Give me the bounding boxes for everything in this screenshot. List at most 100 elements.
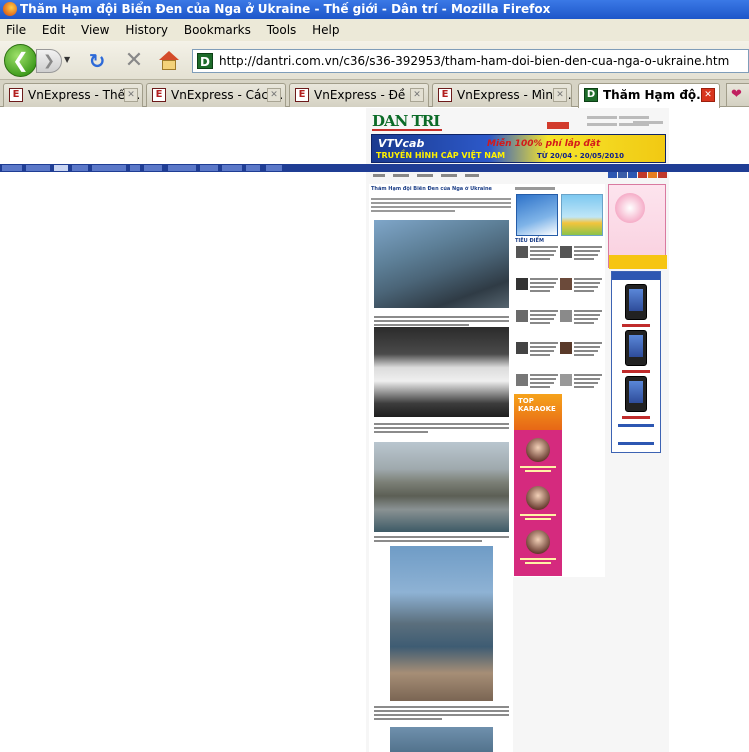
singer-photo — [526, 486, 550, 510]
list-item[interactable] — [516, 374, 561, 396]
article-photo-2 — [374, 327, 509, 421]
photo-caption-2 — [374, 421, 509, 433]
lg-ad[interactable] — [608, 184, 667, 269]
tab-dantri-active[interactable]: D Thăm Hạm độ... ✕ — [578, 83, 720, 108]
tab-close-icon[interactable]: ✕ — [553, 88, 567, 102]
tab-vnexpress-1[interactable]: E VnExpress - Thế ... ✕ — [3, 83, 143, 107]
header-utility-links[interactable] — [547, 116, 665, 130]
tieu-diem-heading: TIÊU ĐIỂM — [515, 238, 544, 244]
page-content: DAN TRI VTVcab TRUYỀN HÌNH CÁP VIỆT NAM … — [0, 108, 749, 752]
list-item[interactable] — [560, 246, 605, 268]
banner-brand: VTVcab — [378, 137, 425, 150]
forward-arrow-icon: ❯ — [43, 53, 55, 69]
singer-photo — [526, 530, 550, 554]
phone-icon — [625, 284, 647, 320]
menu-history[interactable]: History — [119, 19, 174, 41]
sidebar-ad-1[interactable] — [516, 194, 558, 236]
tab-vnexpress-3[interactable]: E VnExpress - Đề ... ✕ — [289, 83, 429, 107]
lg-logo-icon — [615, 193, 645, 223]
reload-button[interactable]: ↻ — [84, 49, 110, 73]
phone-icon — [625, 376, 647, 412]
tab-overflow[interactable]: ❤ — [726, 83, 749, 107]
article-photo-1 — [374, 220, 509, 314]
phone-ad-footer — [618, 442, 654, 445]
list-item[interactable] — [516, 310, 561, 332]
list-item[interactable] — [516, 278, 561, 300]
photo-caption-4 — [374, 704, 509, 720]
tab-strip: E VnExpress - Thế ... ✕ E VnExpress - Cá… — [0, 80, 749, 108]
sidebar-ad-2[interactable] — [561, 194, 603, 236]
tab-vnexpress-4[interactable]: E VnExpress - Mìn l... ✕ — [432, 83, 572, 107]
tab-close-icon[interactable]: ✕ — [410, 88, 424, 102]
dantri-favicon-icon: D — [584, 88, 598, 102]
top-karaoke-ad[interactable]: TOP KARAOKE — [514, 394, 562, 576]
vnexpress-favicon-icon: E — [295, 88, 309, 102]
menu-file[interactable]: File — [0, 19, 32, 41]
singer-label — [520, 558, 556, 560]
vtvcab-banner-ad[interactable]: VTVcab TRUYỀN HÌNH CÁP VIỆT NAM Miễn 100… — [371, 134, 666, 163]
window-title: Thăm Hạm đội Biển Đen của Nga ở Ukraine … — [20, 2, 551, 16]
singer-label — [525, 470, 551, 472]
tab-close-icon[interactable]: ✕ — [267, 88, 281, 102]
back-arrow-icon: ❮ — [12, 48, 29, 72]
singer-label — [520, 466, 556, 468]
tab-close-icon[interactable]: ✕ — [701, 88, 715, 102]
heart-icon: ❤ — [731, 87, 742, 102]
firefox-window: Thăm Hạm đội Biển Đen của Nga ở Ukraine … — [0, 0, 749, 752]
back-button[interactable]: ❮ — [4, 44, 37, 77]
banner-subtitle: TRUYỀN HÌNH CÁP VIỆT NAM — [376, 151, 506, 160]
phone-ad-header — [612, 272, 660, 280]
karaoke-header: TOP KARAOKE — [514, 394, 562, 430]
menu-bar: File Edit View History Bookmarks Tools H… — [0, 19, 749, 41]
singer-label — [520, 514, 556, 516]
chevron-down-icon: ▼ — [64, 55, 71, 64]
social-icons[interactable] — [608, 172, 667, 179]
list-item[interactable] — [560, 278, 605, 300]
phone-ad[interactable] — [611, 271, 661, 453]
site-favicon-icon: D — [197, 53, 213, 69]
list-item[interactable] — [516, 342, 561, 364]
vnexpress-favicon-icon: E — [438, 88, 452, 102]
tab-label: VnExpress - Đề ... — [314, 88, 421, 102]
list-item[interactable] — [560, 310, 605, 332]
home-icon-body — [162, 60, 176, 70]
article-photo-5 — [390, 727, 493, 752]
singer-label — [525, 518, 551, 520]
menu-edit[interactable]: Edit — [36, 19, 71, 41]
home-button[interactable] — [156, 49, 182, 73]
tab-vnexpress-2[interactable]: E VnExpress - Các ... ✕ — [146, 83, 286, 107]
article-title[interactable]: Thăm Hạm đội Biển Đen của Nga ở Ukraine — [371, 186, 511, 192]
reload-icon: ↻ — [88, 49, 106, 73]
title-bar: Thăm Hạm đội Biển Đen của Nga ở Ukraine … — [0, 0, 749, 19]
phone-ad-footer — [618, 424, 654, 427]
site-category-nav[interactable] — [0, 164, 749, 172]
dantri-logo[interactable]: DAN TRI — [372, 112, 440, 130]
phone-price — [622, 416, 650, 419]
photo-caption-1 — [374, 314, 509, 326]
sidebar-right-ads — [608, 184, 667, 454]
menu-view[interactable]: View — [75, 19, 115, 41]
phone-price — [622, 370, 650, 373]
menu-tools[interactable]: Tools — [261, 19, 303, 41]
stop-icon: ✕ — [124, 48, 144, 73]
menu-bookmarks[interactable]: Bookmarks — [178, 19, 257, 41]
navigation-toolbar: ❮ ❯ ▼ ↻ ✕ D — [0, 41, 749, 80]
banner-dates: TỪ 20/04 - 20/05/2010 — [537, 152, 624, 160]
list-item[interactable] — [516, 246, 561, 268]
karaoke-title: TOP KARAOKE — [518, 397, 556, 413]
url-input[interactable] — [219, 50, 739, 72]
tab-close-icon[interactable]: ✕ — [124, 88, 138, 102]
tab-label: Thăm Hạm độ... — [603, 88, 710, 102]
history-dropdown-button[interactable]: ▼ — [64, 55, 74, 65]
menu-help[interactable]: Help — [306, 19, 345, 41]
list-item[interactable] — [560, 342, 605, 364]
article-photo-4 — [390, 546, 493, 703]
url-bar[interactable]: D — [192, 49, 749, 73]
stop-button[interactable]: ✕ — [121, 49, 147, 73]
article-lead — [371, 196, 511, 218]
sidebar-header-bar — [515, 187, 555, 190]
singer-photo — [526, 438, 550, 462]
list-item[interactable] — [560, 374, 605, 396]
lg-ad-tag — [609, 255, 667, 269]
forward-button[interactable]: ❯ — [36, 49, 62, 73]
